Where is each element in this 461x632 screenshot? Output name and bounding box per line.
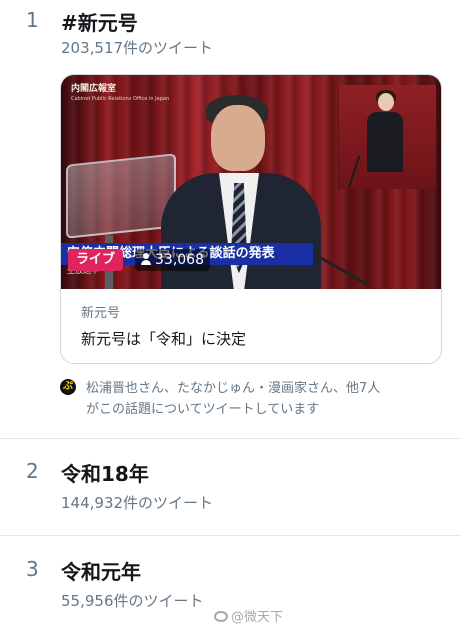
person-icon: [141, 253, 151, 265]
card-source: 新元号: [81, 306, 121, 321]
viewer-count-value: 33,068: [155, 252, 204, 268]
trend-tweet-count: 55,956件のツイート: [61, 592, 204, 610]
broadcaster-logo: 内閣広報室 Cabinet Public Relations Office in…: [71, 81, 169, 102]
sign-language-inset: [338, 85, 436, 189]
watermark: @微天下: [214, 606, 283, 625]
weibo-icon: [214, 611, 228, 622]
watermark-text: @微天下: [231, 610, 284, 625]
trend-rank: 2: [26, 459, 39, 483]
logo-subtitle: Cabinet Public Relations Office in Japan: [71, 96, 170, 102]
viewer-count: 33,068: [135, 249, 210, 271]
divider: [0, 438, 461, 439]
divider: [0, 535, 461, 536]
context-line-1: 松浦晋也さん、たなかじゅん・漫画家さん、他7人: [86, 381, 381, 396]
live-video-thumbnail[interactable]: 内閣広報室 Cabinet Public Relations Office in…: [61, 75, 441, 289]
news-card[interactable]: 内閣広報室 Cabinet Public Relations Office in…: [60, 74, 442, 364]
live-badge: ライブ: [68, 249, 124, 271]
user-avatar-icon: ぷ: [60, 379, 76, 395]
trend-tweet-count: 144,932件のツイート: [61, 494, 214, 512]
logo-name: 内閣広報室: [71, 84, 117, 94]
interpreter-stand: [347, 155, 361, 189]
trend-title[interactable]: #新元号: [61, 7, 138, 36]
teleprompter: [66, 153, 176, 239]
context-line-2: がこの話題についてツイートしています: [86, 402, 320, 417]
trend-title[interactable]: 令和元年: [61, 556, 141, 585]
interpreter-body: [367, 112, 403, 172]
trend-rank: 1: [26, 8, 39, 32]
card-title[interactable]: 新元号は「令和」に決定: [81, 328, 246, 349]
trend-title[interactable]: 令和18年: [61, 458, 149, 487]
trend-tweet-count: 203,517件のツイート: [61, 39, 214, 57]
speaker-face: [211, 105, 265, 171]
interpreter-head: [378, 93, 394, 111]
trend-rank: 3: [26, 557, 39, 581]
